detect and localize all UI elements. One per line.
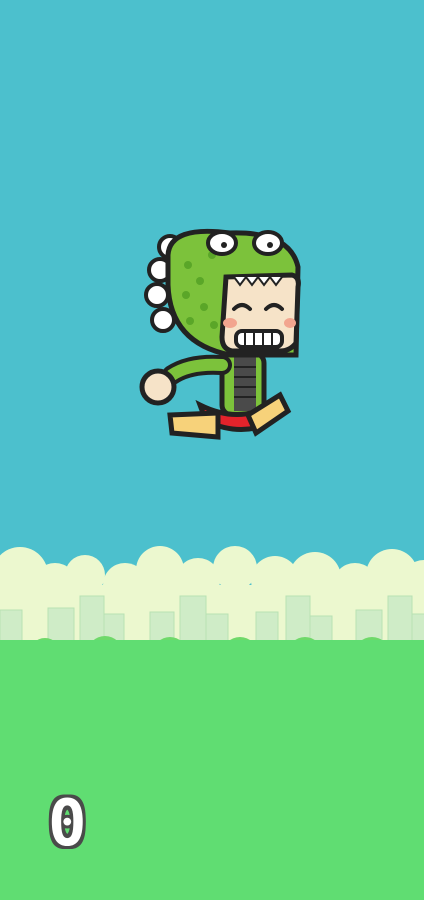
score-counter: 0 (48, 787, 87, 861)
ground (0, 640, 424, 900)
dino-costume-kid-icon (139, 228, 301, 440)
game-screen[interactable]: 0 (0, 0, 424, 900)
hand (139, 368, 177, 406)
